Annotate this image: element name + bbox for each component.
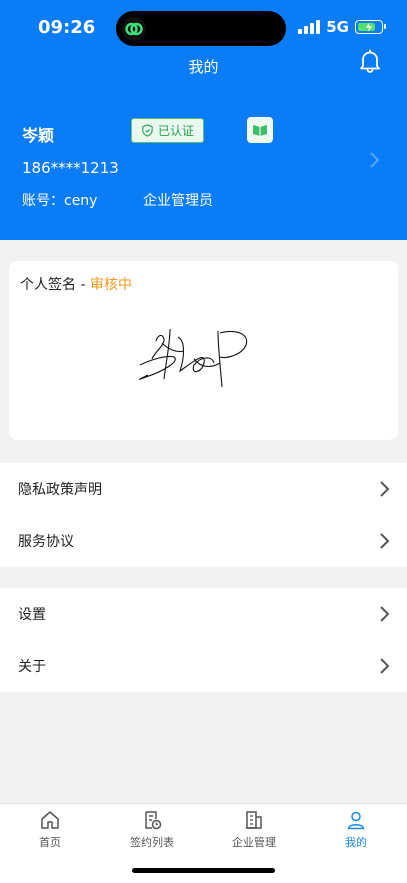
chevron-right-icon bbox=[380, 533, 390, 549]
menu-group-settings: 设置 关于 bbox=[0, 588, 407, 692]
menu-item-label: 设置 bbox=[18, 607, 46, 623]
user-name: 岑颖 bbox=[22, 126, 55, 145]
menu-item-about[interactable]: 关于 bbox=[0, 640, 407, 692]
home-indicator bbox=[132, 868, 275, 873]
account-label: 账号：ceny bbox=[22, 193, 98, 209]
signal-icon bbox=[298, 20, 321, 34]
signature-status: 审核中 bbox=[89, 277, 132, 293]
chevron-right-icon[interactable] bbox=[368, 151, 380, 169]
menu-group-policies: 隐私政策声明 服务协议 bbox=[0, 463, 407, 567]
building-icon bbox=[246, 811, 262, 829]
signature-image bbox=[138, 328, 248, 388]
dynamic-island bbox=[116, 11, 286, 46]
signature-title: 个人签名 - 审核中 bbox=[20, 274, 132, 294]
chevron-right-icon bbox=[380, 481, 390, 497]
menu-item-settings[interactable]: 设置 bbox=[0, 588, 407, 640]
status-indicators: 5G bbox=[298, 18, 386, 36]
page-title: 我的 bbox=[188, 58, 219, 76]
verified-label: 已认证 bbox=[157, 124, 194, 138]
tab-contract-list[interactable]: 签约列表 bbox=[102, 810, 202, 850]
signature-title-label: 个人签名 - bbox=[20, 277, 90, 293]
menu-item-label: 关于 bbox=[18, 659, 46, 675]
signature-card[interactable]: 个人签名 - 审核中 bbox=[9, 261, 398, 440]
chevron-right-icon bbox=[380, 658, 390, 674]
menu-item-privacy-policy[interactable]: 隐私政策声明 bbox=[0, 463, 407, 515]
network-type: 5G bbox=[326, 18, 349, 36]
tab-mine[interactable]: 我的 bbox=[306, 810, 406, 850]
tab-enterprise-management[interactable]: 企业管理 bbox=[204, 810, 304, 850]
status-time: 09:26 bbox=[38, 17, 96, 38]
battery-icon bbox=[355, 20, 386, 34]
tab-label: 企业管理 bbox=[232, 836, 276, 849]
chevron-right-icon bbox=[380, 606, 390, 622]
contract-list-icon bbox=[145, 811, 162, 830]
home-icon bbox=[41, 811, 59, 829]
menu-item-label: 隐私政策声明 bbox=[18, 482, 102, 498]
tab-label: 首页 bbox=[39, 836, 61, 849]
user-role: 企业管理员 bbox=[143, 193, 213, 209]
menu-item-service-agreement[interactable]: 服务协议 bbox=[0, 515, 407, 567]
bell-icon[interactable] bbox=[357, 48, 383, 74]
app-activity-icon bbox=[122, 17, 146, 41]
user-icon bbox=[347, 811, 365, 830]
menu-item-label: 服务协议 bbox=[18, 534, 74, 550]
book-icon[interactable] bbox=[247, 117, 273, 143]
tab-label: 签约列表 bbox=[130, 836, 174, 849]
tab-home[interactable]: 首页 bbox=[0, 810, 100, 850]
tab-label: 我的 bbox=[345, 836, 367, 849]
verified-badge: 已认证 bbox=[131, 118, 204, 143]
phone-number: 186****1213 bbox=[22, 159, 119, 177]
shield-icon bbox=[142, 124, 153, 137]
profile-header: 09:26 5G 我的 岑颖 已认证 186****1213 账号：ceny 企… bbox=[0, 0, 407, 240]
